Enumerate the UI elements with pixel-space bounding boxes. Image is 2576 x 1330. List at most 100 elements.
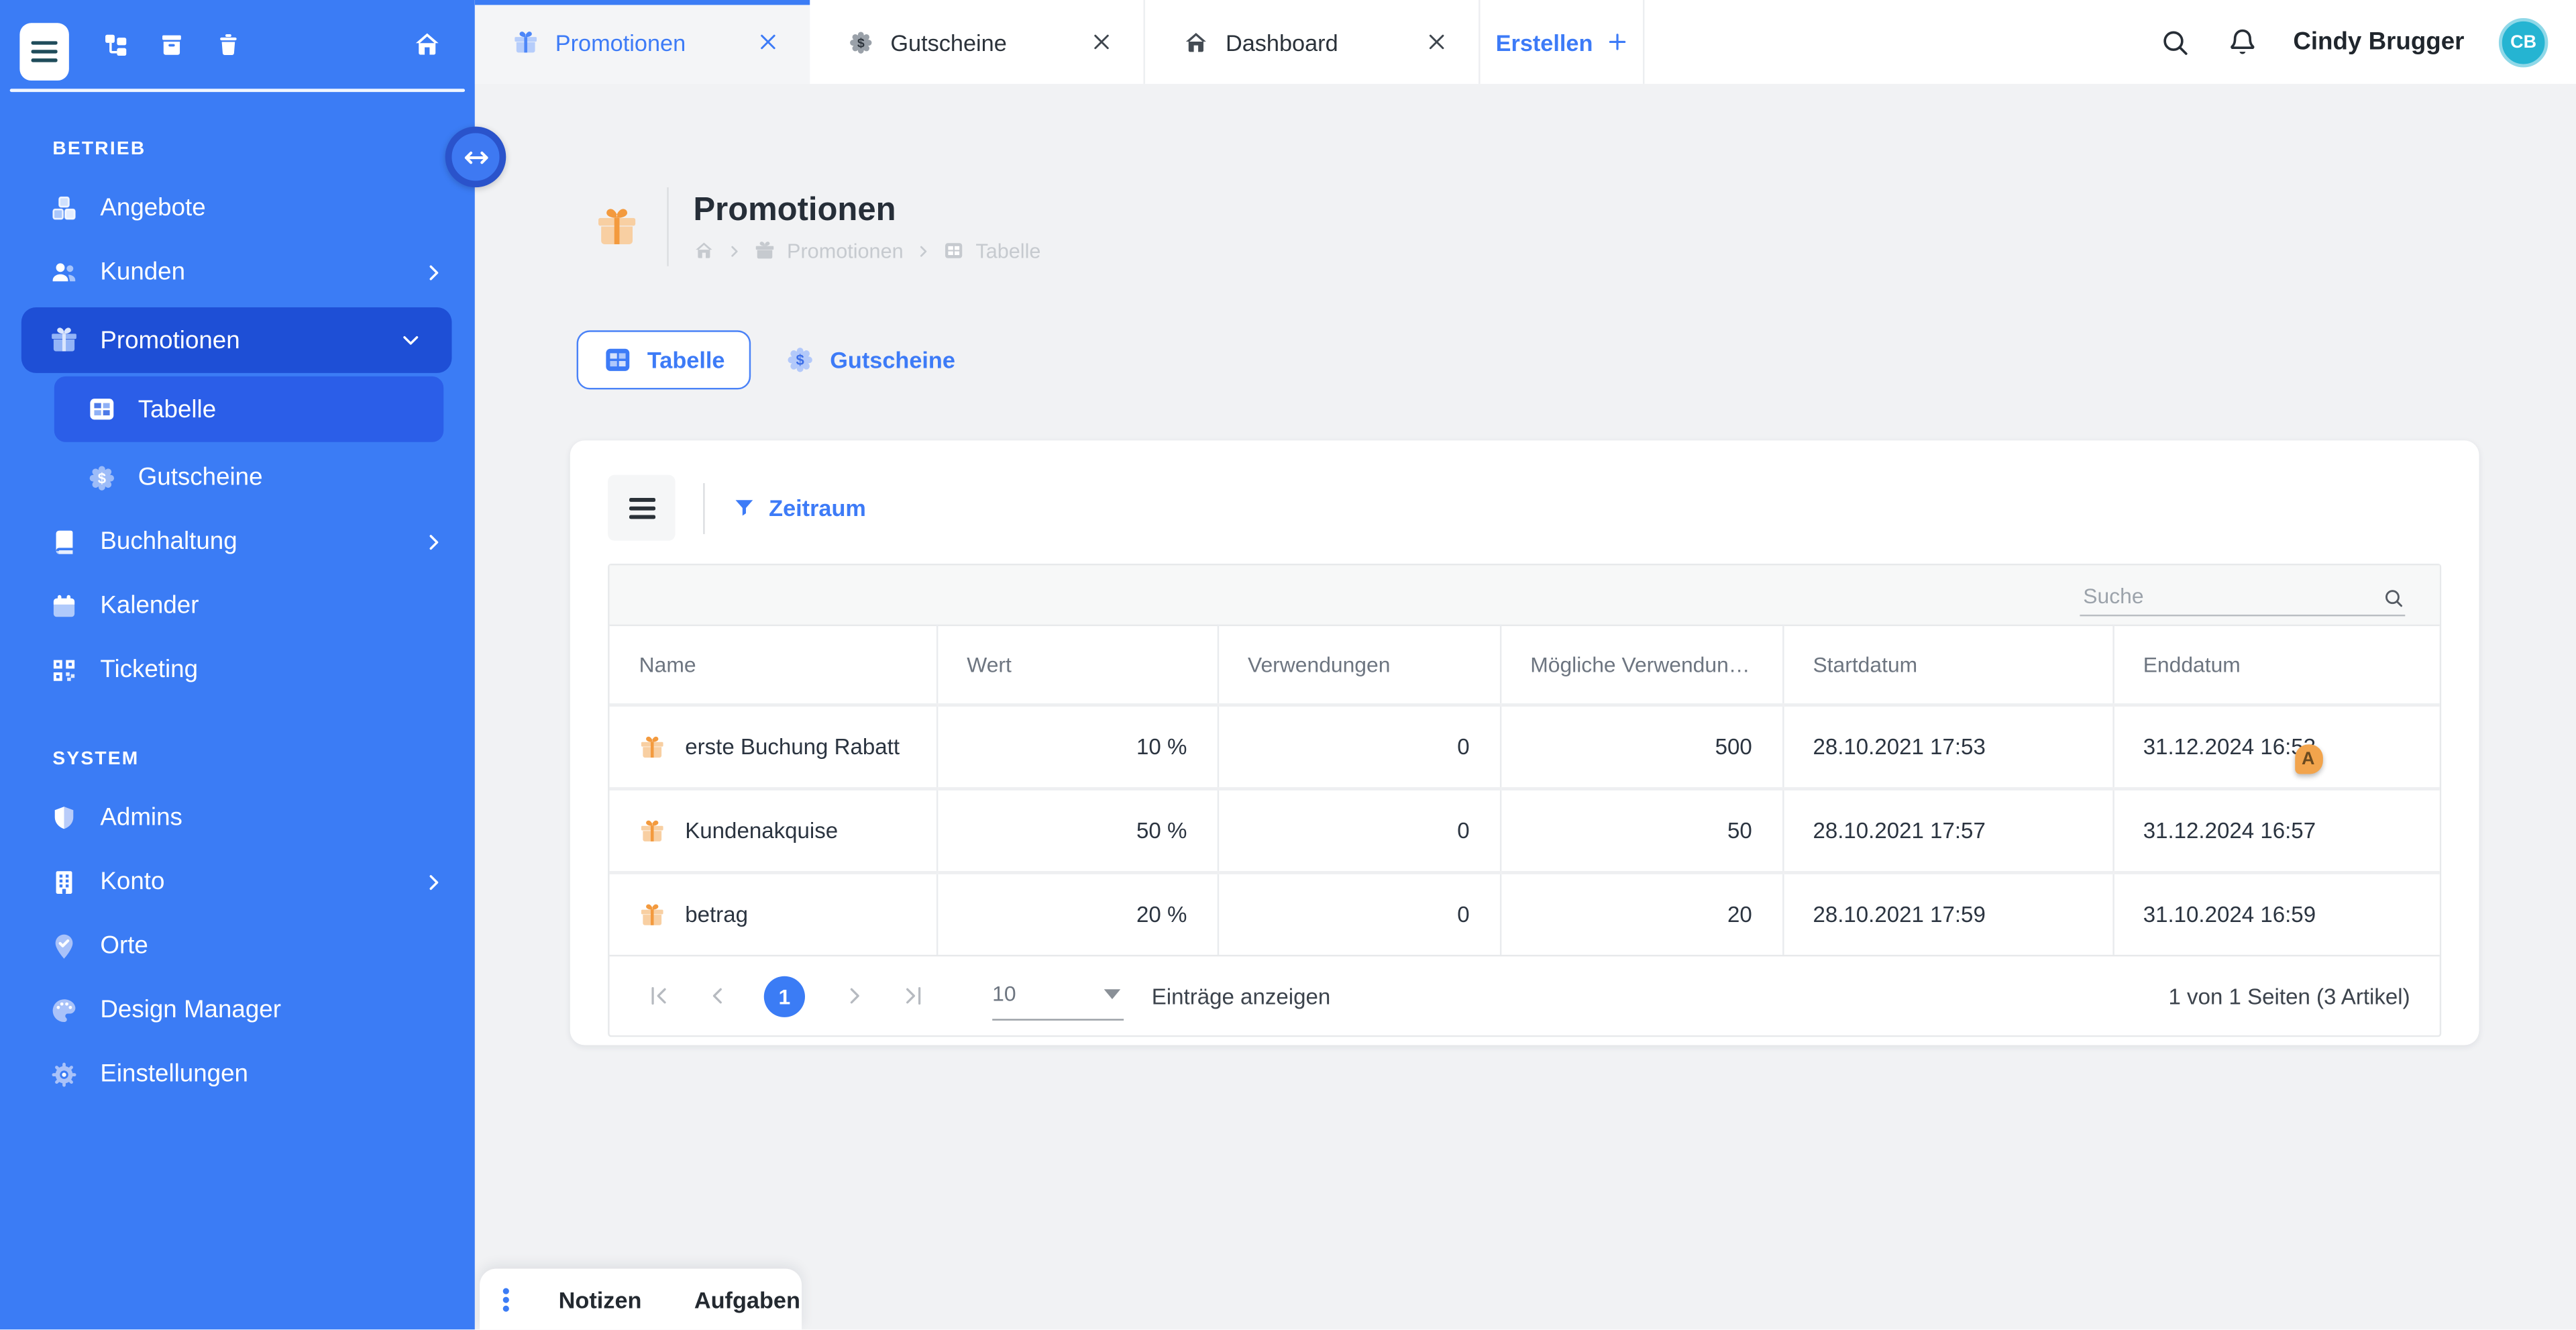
column-header-verwendungen[interactable]: Verwendungen: [1218, 625, 1500, 705]
breadcrumb-item[interactable]: Tabelle: [975, 239, 1040, 262]
tab-promotionen[interactable]: Promotionen: [475, 0, 810, 84]
sidebar-item-label: Gutscheine: [138, 464, 445, 492]
column-header-moegliche-verwendungen[interactable]: Mögliche Verwendun…: [1500, 625, 1782, 705]
hamburger-icon: [32, 40, 58, 62]
cell-startdatum: 28.10.2021 17:59: [1782, 872, 2112, 954]
sidebar-item-ticketing[interactable]: Ticketing: [0, 637, 475, 702]
marker-badge-a: A: [2294, 744, 2322, 774]
user-name[interactable]: Cindy Brugger: [2293, 28, 2464, 56]
cell-verwendungen: 0: [1218, 705, 1500, 789]
sidebar-header: [0, 0, 475, 89]
close-icon[interactable]: [1091, 32, 1112, 53]
column-header-name[interactable]: Name: [610, 625, 936, 705]
gear-icon: [49, 1059, 78, 1088]
sidebar-item-konto[interactable]: Konto: [0, 850, 475, 914]
table-toolbar: Zeitraum: [608, 475, 2441, 541]
cell-wert: 50 %: [936, 789, 1218, 873]
tab-create[interactable]: Erstellen: [1481, 0, 1645, 84]
breadcrumb-item[interactable]: Promotionen: [787, 239, 904, 262]
sidebar-item-promotionen[interactable]: Promotionen: [21, 307, 452, 373]
previous-page-icon[interactable]: [705, 982, 731, 1009]
sidebar-item-buchhaltung[interactable]: Buchhaltung: [0, 509, 475, 574]
column-header-startdatum[interactable]: Startdatum: [1782, 625, 2112, 705]
home-icon[interactable]: [693, 240, 714, 262]
search-icon[interactable]: [2382, 586, 2405, 609]
chevron-right-icon: [422, 530, 445, 553]
close-icon[interactable]: [1426, 32, 1448, 53]
sidebar-item-label: Tabelle: [138, 395, 414, 423]
table-search-row: [610, 565, 2440, 624]
view-tab-tabelle[interactable]: Tabelle: [577, 330, 751, 389]
gift-icon: [513, 29, 539, 55]
table-row[interactable]: erste Buchung Rabatt 10 % 0 500 28.10.20…: [610, 705, 2440, 789]
cell-verwendungen: 0: [1218, 789, 1500, 873]
create-tab-label: Erstellen: [1496, 29, 1593, 55]
close-icon[interactable]: [757, 32, 779, 53]
sidebar-item-kalender[interactable]: Kalender: [0, 574, 475, 638]
cell-moegliche-verwendungen: 20: [1500, 872, 1782, 954]
sidebar-section-system: SYSTEM: [52, 750, 474, 769]
last-page-icon[interactable]: [900, 982, 926, 1009]
home-icon[interactable]: [413, 30, 442, 59]
search-input[interactable]: [2080, 582, 2382, 610]
sidebar-item-angebote[interactable]: Angebote: [0, 176, 475, 240]
current-page-button[interactable]: 1: [764, 975, 805, 1016]
sidebar-item-kunden[interactable]: Kunden: [0, 240, 475, 305]
main-content: Promotionen Promotionen: [475, 84, 2576, 1329]
sidebar-item-label: Angebote: [100, 194, 445, 222]
cell-moegliche-verwendungen: 500: [1500, 705, 1782, 789]
sidebar-item-design-manager[interactable]: Design Manager: [0, 978, 475, 1042]
sidebar-item-einstellungen[interactable]: Einstellungen: [0, 1042, 475, 1107]
archive-icon[interactable]: [158, 30, 186, 58]
sidebar-item-admins[interactable]: Admins: [0, 786, 475, 850]
sidebar-resize-handle[interactable]: [445, 127, 506, 188]
dock-item-notizen[interactable]: Notizen: [549, 1286, 651, 1312]
tab-dashboard[interactable]: Dashboard: [1145, 0, 1481, 84]
chevron-right-icon: [422, 260, 445, 283]
column-header-enddatum[interactable]: Enddatum: [2112, 625, 2439, 705]
dock-item-aufgaben[interactable]: Aufgaben: [684, 1286, 810, 1312]
bottom-dock: Notizen Aufgaben: [480, 1269, 802, 1330]
shield-icon: [49, 803, 78, 832]
gift-icon: [639, 901, 665, 927]
tab-label: Promotionen: [555, 29, 757, 55]
sidebar-divider: [10, 89, 465, 92]
page-title: Promotionen: [693, 191, 1040, 227]
qr-ticket-icon: [49, 655, 78, 684]
sidebar-item-label: Promotionen: [100, 326, 399, 354]
sidebar-item-label: Einstellungen: [100, 1060, 445, 1088]
search-field: [2080, 574, 2405, 617]
tab-gutscheine[interactable]: $ Gutscheine: [810, 0, 1145, 84]
trash-icon[interactable]: [213, 30, 241, 58]
table-row[interactable]: Kundenakquise 50 % 0 50 28.10.2021 17:57…: [610, 789, 2440, 873]
sidebar-item-orte[interactable]: Orte: [0, 914, 475, 978]
pagination: 1 10 Einträge anzeigen 1 von 1 Seiten (3…: [610, 955, 2440, 1035]
sidebar-item-gutscheine[interactable]: $ Gutscheine: [0, 446, 475, 510]
table-row[interactable]: betrag 20 % 0 20 28.10.2021 17:59 31.10.…: [610, 872, 2440, 954]
zeitraum-filter-button[interactable]: Zeitraum: [733, 495, 866, 521]
cell-startdatum: 28.10.2021 17:57: [1782, 789, 2112, 873]
sidebar-item-tabelle[interactable]: Tabelle: [54, 376, 443, 442]
tree-view-icon[interactable]: [102, 30, 130, 58]
search-icon[interactable]: [2159, 25, 2192, 58]
breadcrumb: Promotionen Tabelle: [693, 239, 1040, 262]
voucher-seal-icon: $: [87, 462, 117, 492]
view-tab-label: Tabelle: [647, 347, 725, 373]
svg-text:$: $: [98, 469, 106, 486]
page-size-select[interactable]: 10: [992, 971, 1124, 1020]
sidebar-collapse-button[interactable]: [19, 22, 68, 80]
view-tab-label: Gutscheine: [830, 347, 955, 373]
sidebar-section-betrieb: BETRIEB: [52, 140, 474, 159]
first-page-icon[interactable]: [645, 982, 672, 1009]
header-divider: [667, 187, 668, 266]
drag-handle-dots-icon[interactable]: [496, 1286, 516, 1312]
table-menu-button[interactable]: [608, 475, 675, 541]
pagination-summary: 1 von 1 Seiten (3 Artikel): [2168, 984, 2410, 1009]
column-header-wert[interactable]: Wert: [936, 625, 1218, 705]
cell-enddatum: 31.12.2024 16:57: [2112, 789, 2439, 873]
chevron-right-icon: [726, 242, 742, 258]
avatar[interactable]: CB: [2499, 17, 2548, 66]
bell-icon[interactable]: [2226, 25, 2259, 58]
view-tab-gutscheine[interactable]: $ Gutscheine: [786, 345, 955, 374]
next-page-icon[interactable]: [841, 982, 867, 1009]
